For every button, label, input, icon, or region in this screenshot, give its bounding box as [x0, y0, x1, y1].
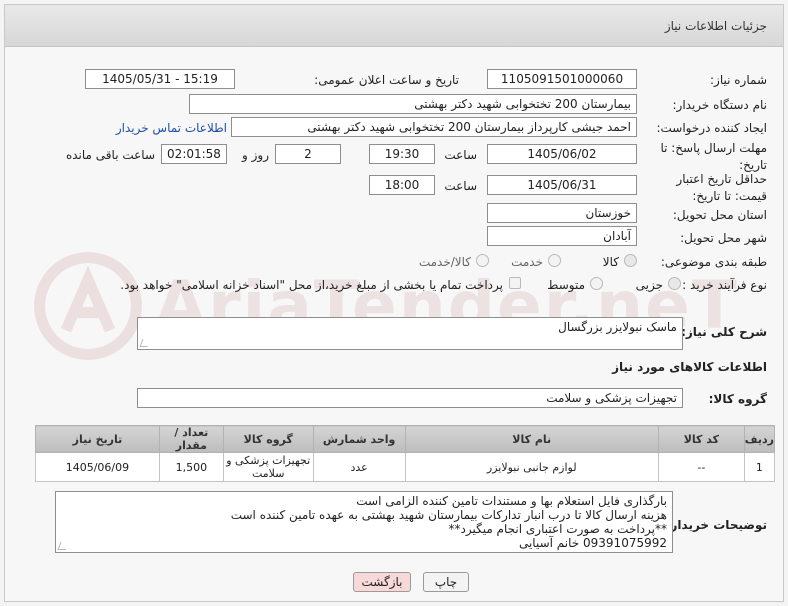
day-and-label: روز و — [242, 148, 269, 162]
reply-time-label: ساعت — [444, 148, 477, 162]
cell-code: -- — [657, 452, 745, 482]
creator-label: ایجاد کننده درخواست: — [656, 121, 767, 135]
table-header-row: ردیف کد کالا نام کالا واحد شمارش گروه کا… — [35, 425, 776, 453]
treasury-payment-checkbox[interactable] — [509, 277, 521, 289]
print-button[interactable]: چاپ — [423, 572, 469, 592]
goods-group-label: گروه کالا: — [708, 392, 767, 406]
table-row: 1 -- لوازم جانبی نبولایزر عدد تجهیزات پز… — [35, 452, 776, 482]
back-button[interactable]: بازگشت — [353, 572, 411, 592]
buyer-notes-label: توضیحات خریدار: — [665, 518, 767, 532]
category-goods-label: کالا — [602, 255, 619, 269]
buyer-notes-field: بارگذاری فایل استعلام بها و مستندات تامی… — [55, 491, 673, 553]
days-field: 2 — [275, 144, 341, 164]
need-details-panel: جزئیات اطلاعات نیاز AriaTender.neT شماره… — [4, 4, 784, 602]
buyer-org-label: نام دستگاه خریدار: — [672, 98, 768, 112]
city-label: شهر محل تحویل: — [680, 231, 767, 245]
col-name: نام کالا — [404, 425, 659, 453]
process-medium-radio[interactable] — [590, 277, 603, 290]
cell-group: تجهیزات پزشکی و سلامت — [222, 452, 314, 482]
creator-field: احمد جیشی کارپرداز بیمارستان 200 تختخواب… — [231, 117, 637, 137]
reply-date-field: 1405/06/02 — [487, 144, 637, 164]
price-date-field: 1405/06/31 — [487, 175, 637, 195]
category-service-label: خدمت — [511, 255, 543, 269]
remaining-label: ساعت باقی مانده — [65, 148, 155, 162]
process-partial-radio[interactable] — [668, 277, 681, 290]
category-both-radio[interactable] — [476, 254, 489, 267]
cell-row: 1 — [743, 452, 776, 482]
buyer-note-line: 09391075992 خانم آسیایی — [518, 536, 667, 550]
col-unit: واحد شمارش — [312, 425, 406, 453]
buyer-note-line: بارگذاری فایل استعلام بها و مستندات تامی… — [356, 494, 667, 508]
col-row: ردیف — [743, 425, 776, 453]
page-title: جزئیات اطلاعات نیاز — [664, 19, 767, 33]
process-partial-label: جزیی — [635, 278, 663, 292]
goods-group-field: تجهیزات پزشکی و سلامت — [137, 388, 683, 408]
col-code: کد کالا — [657, 425, 745, 453]
remaining-time-field: 02:01:58 — [161, 144, 227, 164]
cell-date: 1405/06/09 — [35, 452, 160, 482]
buyer-note-line: هزینه ارسال کالا تا درب انبار تدارکات بی… — [230, 508, 667, 522]
reply-deadline-label: مهلت ارسال پاسخ: تا تاریخ: — [660, 141, 767, 172]
announce-label: تاریخ و ساعت اعلان عمومی: — [314, 73, 459, 87]
cell-unit: عدد — [312, 452, 406, 482]
category-both-label: کالا/خدمت — [418, 255, 471, 269]
province-field: خوزستان — [487, 203, 637, 223]
col-qty: تعداد / مقدار — [158, 425, 224, 453]
need-number-label: شماره نیاز: — [710, 73, 767, 87]
category-goods-radio[interactable] — [624, 254, 637, 267]
col-date: تاریخ نیاز — [35, 425, 160, 453]
price-time-field: 18:00 — [369, 175, 435, 195]
cell-qty: 1,500 — [158, 452, 224, 482]
items-table: ردیف کد کالا نام کالا واحد شمارش گروه کا… — [35, 425, 776, 482]
need-number-field: 1105091501000060 — [487, 69, 637, 89]
reply-time-field: 19:30 — [369, 144, 435, 164]
treasury-payment-note: پرداخت تمام یا بخشی از مبلغ خرید،از محل … — [120, 278, 503, 292]
col-group: گروه کالا — [222, 425, 314, 453]
buyer-org-field: بیمارستان 200 تختخوابی شهید دکتر بهشتی — [189, 94, 637, 114]
announce-field: 1405/05/31 - 15:19 — [85, 69, 235, 89]
resize-handle-icon[interactable] — [139, 339, 151, 347]
description-text: ماسک نبولایزر بزرگسال — [558, 320, 677, 334]
description-field: ماسک نبولایزر بزرگسال — [137, 317, 683, 350]
buyer-note-line: **پرداخت به صورت اعتباری انجام میگیرد** — [448, 522, 667, 536]
price-time-label: ساعت — [444, 179, 477, 193]
description-label: شرح کلی نیاز: — [681, 325, 767, 339]
goods-section-title: اطلاعات کالاهای مورد نیاز — [612, 360, 767, 374]
min-price-label: حداقل تاریخ اعتبار قیمت: تا تاریخ: — [676, 172, 767, 203]
province-label: استان محل تحویل: — [672, 208, 767, 222]
city-field: آبادان — [487, 226, 637, 246]
process-medium-label: متوسط — [547, 278, 585, 292]
process-label: نوع فرآیند خرید : — [682, 278, 767, 292]
category-label: طبقه بندی موضوعی: — [660, 255, 767, 269]
panel-header: جزئیات اطلاعات نیاز — [5, 5, 783, 47]
contact-buyer-link[interactable]: اطلاعات تماس خریدار — [116, 121, 227, 135]
cell-name: لوازم جانبی نبولایزر — [404, 452, 659, 482]
category-service-radio[interactable] — [548, 254, 561, 267]
watermark-logo-icon — [34, 252, 142, 360]
